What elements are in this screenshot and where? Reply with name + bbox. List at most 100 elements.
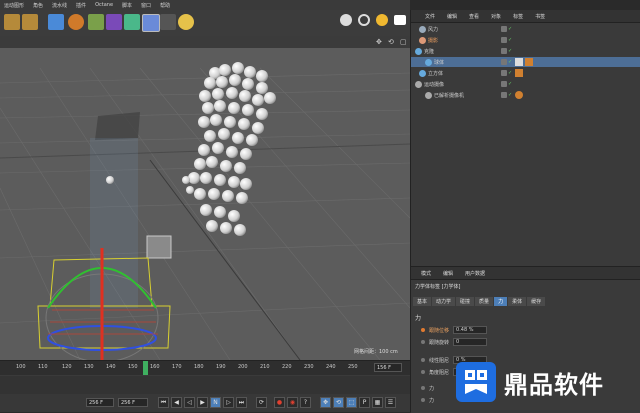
goto-start-icon[interactable]: ⏮ (158, 397, 169, 408)
key-rotate-icon[interactable]: ⟲ (333, 397, 344, 408)
menu-item[interactable]: 窗口 (141, 2, 151, 9)
tab-force[interactable]: 力 (494, 297, 508, 306)
om-menu-bookmarks[interactable]: 书签 (535, 13, 545, 20)
record-icon[interactable]: ● (274, 397, 285, 408)
autokey-icon[interactable]: ◉ (287, 397, 298, 408)
next-frame-icon[interactable]: N (210, 397, 221, 408)
playhead[interactable] (143, 361, 148, 375)
keyframe-icon[interactable] (421, 358, 425, 362)
key-pla-icon[interactable]: ▦ (372, 397, 383, 408)
enabled-check-icon[interactable]: ✓ (508, 81, 512, 87)
keyframe-icon[interactable] (421, 386, 425, 390)
prev-frame-icon[interactable]: ◁ (184, 397, 195, 408)
visibility-icon[interactable] (501, 37, 507, 43)
play-icon[interactable]: ▶ (197, 397, 208, 408)
sun-icon[interactable] (376, 14, 388, 26)
key-scale-icon[interactable]: ⬚ (346, 397, 357, 408)
tab-dynamics[interactable]: 动力学 (432, 297, 456, 306)
timeline-ruler[interactable]: 100 110 120 130 140 150 160 170 180 190 … (0, 361, 410, 375)
target-icon[interactable] (358, 14, 370, 26)
enabled-check-icon[interactable]: ✓ (508, 37, 512, 43)
tab-cache[interactable]: 缓存 (527, 297, 546, 306)
enabled-check-icon[interactable]: ✓ (508, 70, 512, 76)
pen-icon[interactable] (68, 14, 84, 30)
tab-mass[interactable]: 质量 (475, 297, 494, 306)
tab-softbody[interactable]: 柔体 (508, 297, 527, 306)
object-row-cube[interactable]: 立方体 ✓ (411, 68, 640, 78)
om-menu-object[interactable]: 对象 (491, 13, 501, 20)
object-row-solved-camera[interactable]: 已解析摄像机 ✓ (411, 90, 640, 100)
attr-menu-userdata[interactable]: 用户数据 (465, 270, 485, 277)
spline-icon[interactable] (88, 14, 104, 30)
enabled-check-icon[interactable]: ✓ (508, 92, 512, 98)
keyframe-icon[interactable] (421, 370, 425, 374)
visibility-icon[interactable] (501, 70, 507, 76)
visibility-icon[interactable] (501, 48, 507, 54)
dynamics-tag-icon[interactable] (515, 69, 523, 77)
object-row-sphere[interactable]: 球体 ✓ (411, 57, 640, 67)
render-view-icon[interactable] (22, 14, 38, 30)
dynamics-tag-icon[interactable] (525, 58, 533, 66)
tab-basic[interactable]: 基本 (413, 297, 432, 306)
om-menu-view[interactable]: 查看 (469, 13, 479, 20)
tab-collision[interactable]: 碰撞 (456, 297, 475, 306)
key-param-icon[interactable]: P (359, 397, 370, 408)
menu-item[interactable]: 帮助 (160, 2, 170, 9)
keyframe-select-icon[interactable]: ? (300, 397, 311, 408)
menu-item[interactable]: 流水线 (52, 2, 67, 9)
visibility-icon[interactable] (501, 26, 507, 32)
render-icon[interactable] (4, 14, 20, 30)
current-frame-field[interactable]: 156 F (374, 363, 402, 372)
material-tag-icon[interactable] (515, 58, 523, 66)
cube-icon[interactable] (48, 14, 64, 30)
object-row-wind[interactable]: 风力 ✓ (411, 24, 640, 34)
keyframe-icon[interactable] (421, 398, 425, 402)
menu-item[interactable]: 角色 (33, 2, 43, 9)
keyframe-icon[interactable] (421, 340, 425, 344)
menu-item[interactable]: Octane (95, 2, 113, 8)
keyframe-track[interactable] (0, 376, 410, 394)
display-icon[interactable] (394, 15, 406, 25)
menu-item[interactable]: 运动图形 (4, 2, 24, 9)
object-row-motion-tracker[interactable]: 运动摄像 ✓ (411, 79, 640, 89)
protection-tag-icon[interactable] (515, 91, 523, 99)
loop-icon[interactable]: ⟳ (256, 397, 267, 408)
object-row-cloner[interactable]: 克隆 ✓ (411, 46, 640, 56)
timeline-settings-icon[interactable]: ☰ (385, 397, 396, 408)
rotate-icon[interactable]: ⟲ (388, 38, 394, 46)
timeline[interactable]: 100 110 120 130 140 150 160 170 180 190 … (0, 360, 410, 395)
enabled-check-icon[interactable]: ✓ (508, 48, 512, 54)
start-frame-field[interactable]: 256 F (86, 398, 114, 407)
camera-icon[interactable] (160, 14, 176, 30)
param-value-input[interactable]: 0 (453, 338, 488, 346)
keyframe-icon[interactable] (421, 328, 425, 332)
tick-label: 200 (238, 364, 248, 370)
end-frame-field[interactable]: 256 F (118, 398, 148, 407)
visibility-icon[interactable] (501, 81, 507, 87)
om-menu-tags[interactable]: 标签 (513, 13, 523, 20)
visibility-icon[interactable] (501, 92, 507, 98)
next-key-icon[interactable]: ▷ (223, 397, 234, 408)
attr-menu-edit[interactable]: 编辑 (443, 270, 453, 277)
menu-item[interactable]: 插件 (76, 2, 86, 9)
object-row-camera[interactable]: 摄影 ✓ (411, 35, 640, 45)
deformer-icon[interactable] (124, 14, 140, 30)
maximize-icon[interactable]: ▢ (400, 38, 407, 46)
enabled-check-icon[interactable]: ✓ (508, 26, 512, 32)
key-move-icon[interactable]: ✥ (320, 397, 331, 408)
menu-item[interactable]: 脚本 (122, 2, 132, 9)
3d-viewport[interactable]: 网格间距：100 cm (0, 48, 410, 360)
light-icon[interactable] (178, 14, 194, 30)
prev-key-icon[interactable]: ◀ (171, 397, 182, 408)
param-value-input[interactable]: 0.48 % (453, 326, 488, 334)
goto-end-icon[interactable]: ⏭ (236, 397, 247, 408)
move-icon[interactable]: ✥ (376, 38, 382, 46)
generator-icon[interactable] (106, 14, 122, 30)
floor-icon[interactable] (142, 14, 160, 32)
visibility-icon[interactable] (501, 59, 507, 65)
om-menu-file[interactable]: 文件 (425, 13, 435, 20)
enabled-check-icon[interactable]: ✓ (508, 59, 512, 65)
attr-menu-mode[interactable]: 模式 (421, 270, 431, 277)
snap-icon[interactable] (340, 14, 352, 26)
om-menu-edit[interactable]: 编辑 (447, 13, 457, 20)
